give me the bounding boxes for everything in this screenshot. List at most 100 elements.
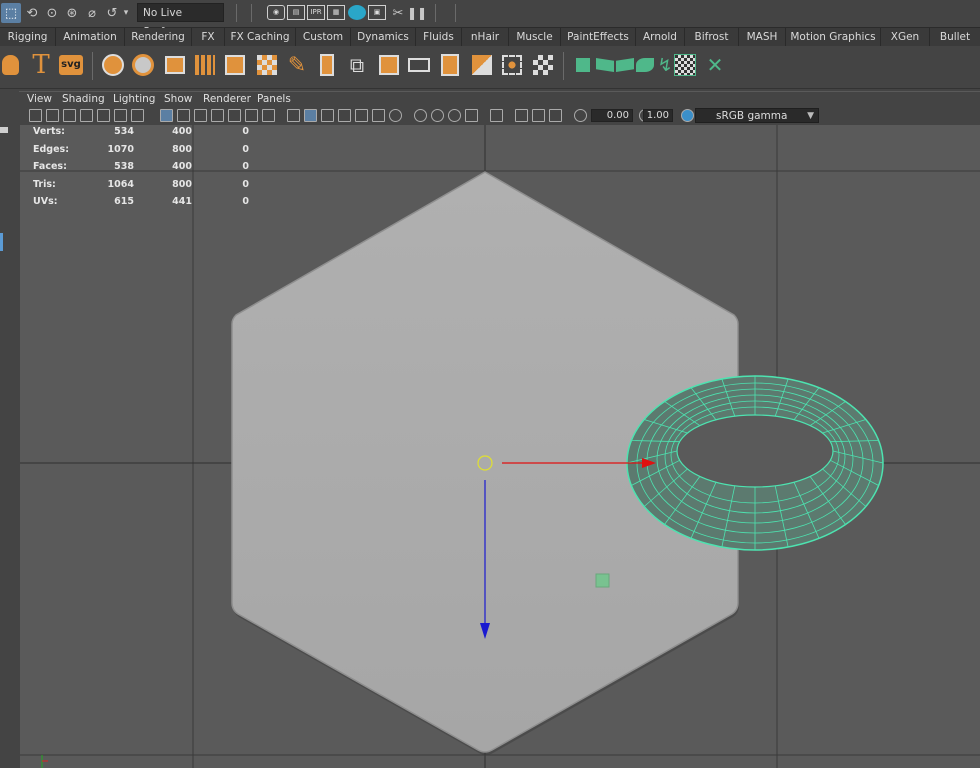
tab-fluids[interactable]: Fluids xyxy=(416,28,462,46)
tab-muscle[interactable]: Muscle xyxy=(509,28,561,46)
shadows-icon[interactable] xyxy=(372,109,385,122)
tab-mash[interactable]: MASH xyxy=(739,28,786,46)
hud-verts-component: 0 xyxy=(242,126,249,137)
safe-title-icon[interactable] xyxy=(262,109,275,122)
xray-icon[interactable] xyxy=(490,109,503,122)
multisample-aa-icon[interactable] xyxy=(431,109,444,122)
grease-pencil-icon[interactable] xyxy=(114,109,127,122)
tab-bifrost[interactable]: Bifrost xyxy=(685,28,739,46)
boolean-icon[interactable] xyxy=(314,52,340,78)
screen-space-ao-icon[interactable] xyxy=(389,109,402,122)
color-management-icon[interactable] xyxy=(681,109,694,122)
grid-toggle-icon[interactable] xyxy=(160,109,173,122)
center-pivot-icon[interactable] xyxy=(499,52,525,78)
tab-painteffects[interactable]: PaintEffects xyxy=(561,28,636,46)
box-icon[interactable] xyxy=(376,52,402,78)
hud-uvs-scene: 615 xyxy=(114,196,134,207)
menu-lighting[interactable]: Lighting xyxy=(113,93,155,105)
film-gate-icon[interactable] xyxy=(177,109,190,122)
resolution-gate-icon[interactable] xyxy=(194,109,207,122)
viewport-3d[interactable]: Verts: 534 400 0 Edges: 1070 800 0 Faces… xyxy=(20,125,980,768)
grid-icon[interactable] xyxy=(131,109,144,122)
render-view-icon[interactable]: ▣ xyxy=(368,5,386,20)
backface-culling-icon[interactable] xyxy=(549,109,562,122)
pause-icon[interactable]: ❚❚ xyxy=(407,3,427,23)
smooth-shade-icon[interactable] xyxy=(304,109,317,122)
motion-blur-icon[interactable] xyxy=(414,109,427,122)
isolate-select-icon[interactable] xyxy=(465,109,478,122)
tab-fx[interactable]: FX xyxy=(192,28,225,46)
menu-renderer[interactable]: Renderer xyxy=(203,93,251,105)
two-d-pan-zoom-icon[interactable] xyxy=(97,109,110,122)
svg-icon[interactable]: svg xyxy=(58,52,84,78)
hud-tris-selected: 800 xyxy=(172,179,192,190)
live-surface-field[interactable]: No Live Surface xyxy=(137,3,224,38)
tab-xgen[interactable]: XGen xyxy=(881,28,930,46)
xray-joints-icon[interactable] xyxy=(515,109,528,122)
tab-fx-caching[interactable]: FX Caching xyxy=(225,28,296,46)
snap-to-curve-icon[interactable]: ⌀ xyxy=(82,3,102,23)
menu-panels[interactable]: Panels xyxy=(257,93,291,105)
color-space-dropdown[interactable]: sRGB gamma ▼ xyxy=(695,108,819,123)
image-plane-icon[interactable] xyxy=(80,109,93,122)
use-all-lights-icon[interactable] xyxy=(355,109,368,122)
tab-motion-graphics[interactable]: Motion Graphics xyxy=(786,28,881,46)
split-icon[interactable] xyxy=(469,52,495,78)
select-camera-icon[interactable] xyxy=(29,109,42,122)
render-current-frame-icon[interactable]: ◉ xyxy=(267,5,285,20)
extrude-text-icon[interactable] xyxy=(0,52,20,78)
gamma-field[interactable]: 1.00 xyxy=(643,109,673,122)
wireframe-on-shaded-icon[interactable] xyxy=(321,109,334,122)
pen-tool-icon[interactable]: ✎ xyxy=(284,52,310,78)
separator xyxy=(92,52,93,80)
wireframe-icon[interactable] xyxy=(287,109,300,122)
mash-grid-icon[interactable] xyxy=(672,52,698,78)
render-sequence-icon[interactable]: ▤ xyxy=(287,5,305,20)
tab-rendering[interactable]: Rendering xyxy=(125,28,192,46)
snap-to-grid-icon[interactable]: ⊛ xyxy=(62,3,82,23)
checker-icon[interactable] xyxy=(254,52,280,78)
render-setup-icon[interactable]: ✂ xyxy=(388,3,408,23)
exposure-icon[interactable] xyxy=(574,109,587,122)
select-by-object-icon[interactable]: ⟲ xyxy=(22,3,42,23)
type-icon[interactable]: T xyxy=(28,50,54,80)
hypershade-icon[interactable] xyxy=(348,5,366,20)
select-by-hierarchy-icon[interactable]: ⬚ xyxy=(1,3,21,23)
bevel-icon[interactable] xyxy=(130,52,156,78)
depth-of-field-icon[interactable] xyxy=(448,109,461,122)
extrude-icon[interactable] xyxy=(162,52,188,78)
torus-mesh xyxy=(626,375,884,551)
tile-icon[interactable] xyxy=(530,52,556,78)
field-chart-icon[interactable] xyxy=(228,109,241,122)
xray-components-icon[interactable] xyxy=(532,109,545,122)
tab-arnold[interactable]: Arnold xyxy=(636,28,685,46)
grid-select-icon[interactable] xyxy=(192,52,218,78)
bounding-box-icon[interactable] xyxy=(437,52,463,78)
tab-custom[interactable]: Custom xyxy=(296,28,351,46)
menu-shading[interactable]: Shading xyxy=(62,93,105,105)
textured-icon[interactable] xyxy=(338,109,351,122)
render-settings-icon[interactable]: ▦ xyxy=(327,5,345,20)
safe-action-icon[interactable] xyxy=(245,109,258,122)
exposure-field[interactable]: 0.00 xyxy=(591,109,633,122)
cube-icon[interactable] xyxy=(222,52,248,78)
tab-nhair[interactable]: nHair xyxy=(462,28,509,46)
snap-to-point-icon[interactable]: ↺ xyxy=(102,3,122,23)
dropdown-arrow-icon[interactable]: ▾ xyxy=(120,3,132,23)
tab-rigging[interactable]: Rigging xyxy=(0,28,56,46)
hud-tris-scene: 1064 xyxy=(107,179,134,190)
align-icon[interactable] xyxy=(406,52,432,78)
menu-view[interactable]: View xyxy=(27,93,52,105)
bookmark-icon[interactable] xyxy=(63,109,76,122)
ipr-render-icon[interactable]: IPR xyxy=(307,5,325,20)
tab-bullet[interactable]: Bullet xyxy=(930,28,980,46)
select-by-component-icon[interactable]: ⊙ xyxy=(42,3,62,23)
gate-mask-icon[interactable] xyxy=(211,109,224,122)
type-extrude-icon[interactable] xyxy=(100,52,126,78)
mash-explode-icon[interactable]: ✕ xyxy=(702,52,728,78)
menu-show[interactable]: Show xyxy=(164,93,192,105)
camera-attributes-icon[interactable] xyxy=(46,109,59,122)
tab-dynamics[interactable]: Dynamics xyxy=(351,28,416,46)
tab-animation[interactable]: Animation xyxy=(56,28,125,46)
stack-icon[interactable]: ⧉ xyxy=(344,52,370,78)
